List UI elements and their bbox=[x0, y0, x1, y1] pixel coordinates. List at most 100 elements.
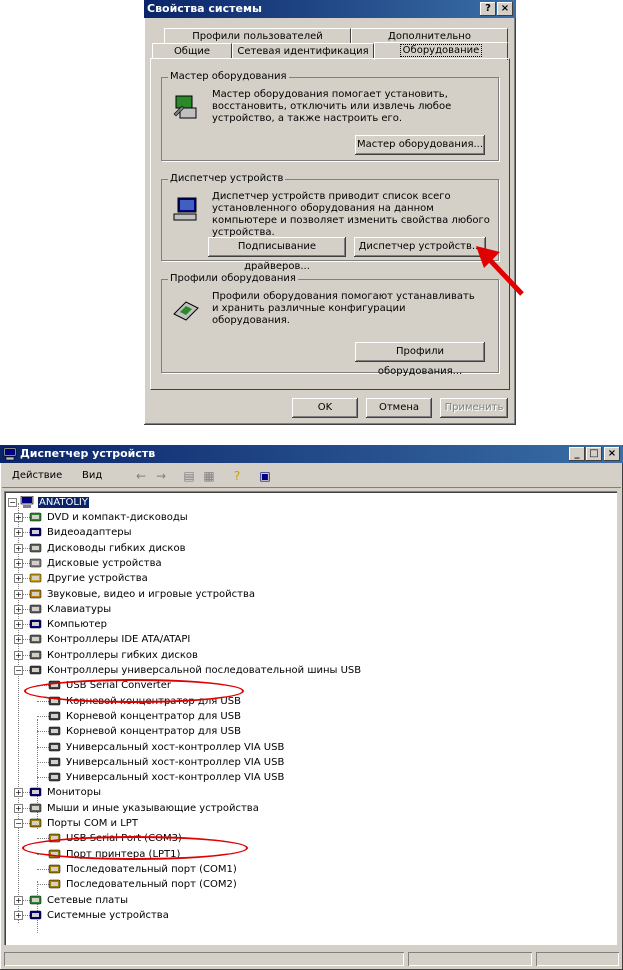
expand-icon[interactable]: + bbox=[14, 788, 23, 798]
device-category[interactable]: + Мыши и иные указывающие устройства bbox=[14, 801, 259, 816]
forward-icon[interactable]: → bbox=[152, 468, 170, 484]
device-category[interactable]: + Звуковые, видео и игровые устройства bbox=[14, 587, 256, 602]
expand-icon[interactable]: + bbox=[14, 620, 23, 630]
device-category[interactable]: + DVD и компакт-дисководы bbox=[14, 510, 188, 525]
menu-view[interactable]: Вид bbox=[82, 470, 102, 481]
usb-icon bbox=[48, 710, 62, 722]
usb-icon bbox=[48, 756, 62, 768]
device-label: Системные устройства bbox=[47, 909, 169, 921]
back-icon[interactable]: ← bbox=[132, 468, 150, 484]
maximize-button[interactable]: □ bbox=[586, 447, 602, 461]
device-category[interactable]: + Дисководы гибких дисков bbox=[14, 541, 186, 556]
device-category[interactable]: + Мониторы bbox=[14, 785, 101, 800]
usb-icon bbox=[48, 741, 62, 753]
dvd-icon bbox=[29, 511, 43, 523]
device-category[interactable]: + Контроллеры гибких дисков bbox=[14, 648, 198, 663]
display-adapter-icon bbox=[29, 526, 43, 538]
device-category[interactable]: + Дисковые устройства bbox=[14, 556, 162, 571]
window-close-button[interactable]: × bbox=[604, 447, 620, 461]
tab-general[interactable]: Общие bbox=[152, 43, 232, 59]
tab-user-profiles[interactable]: Профили пользователей bbox=[164, 28, 351, 44]
sound-icon bbox=[29, 588, 43, 600]
device-label: Контроллеры универсальной последовательн… bbox=[47, 665, 362, 676]
device-item[interactable]: Универсальный хост-контроллер VIA USB bbox=[48, 770, 284, 785]
status-bar bbox=[2, 952, 621, 968]
device-label: Универсальный хост-контроллер VIA USB bbox=[66, 741, 285, 753]
properties-icon[interactable]: ▤ bbox=[180, 468, 198, 484]
device-manager-titlebar: Диспетчер устройств _ □ × bbox=[0, 445, 623, 463]
status-panel-3 bbox=[536, 952, 619, 966]
device-category[interactable]: − Контроллеры универсальной последователь… bbox=[14, 663, 362, 678]
system-icon bbox=[29, 909, 43, 921]
expand-icon[interactable]: + bbox=[14, 650, 23, 660]
view-icon[interactable]: ▦ bbox=[200, 468, 218, 484]
hardware-profiles-button[interactable]: Профили оборудования... bbox=[355, 342, 485, 377]
device-item[interactable]: Универсальный хост-контроллер VIA USB bbox=[48, 755, 284, 770]
expand-icon[interactable]: + bbox=[14, 558, 23, 568]
computer-icon bbox=[20, 495, 34, 508]
expand-icon[interactable]: + bbox=[14, 589, 23, 599]
device-tree[interactable]: − ANATOLIY + DVD и компакт-дисководы + Виде… bbox=[4, 491, 617, 945]
port-icon bbox=[48, 878, 62, 890]
apply-button[interactable]: Применить bbox=[440, 398, 508, 418]
red-arrow-annotation bbox=[476, 246, 524, 296]
device-label: Видеоадаптеры bbox=[47, 527, 132, 539]
usb-serial-converter-highlight bbox=[24, 679, 244, 703]
device-label: Звуковые, видео и игровые устройства bbox=[47, 588, 256, 600]
expand-icon[interactable]: + bbox=[14, 543, 23, 553]
expand-icon[interactable]: + bbox=[14, 528, 23, 538]
device-label: Дисководы гибких дисков bbox=[47, 542, 186, 554]
expand-icon[interactable]: + bbox=[14, 513, 23, 522]
device-item[interactable]: Корневой концентратор для USB bbox=[48, 724, 241, 739]
collapse-icon[interactable]: − bbox=[14, 819, 23, 828]
cancel-button[interactable]: Отмена bbox=[366, 398, 432, 418]
close-button[interactable]: × bbox=[497, 2, 513, 16]
device-category[interactable]: + Контроллеры IDE ATA/ATAPI bbox=[14, 632, 191, 647]
usb-icon bbox=[29, 664, 43, 676]
expand-icon[interactable]: + bbox=[14, 910, 23, 920]
device-category[interactable]: + Видеоадаптеры bbox=[14, 525, 132, 540]
device-item[interactable]: Корневой концентратор для USB bbox=[48, 709, 241, 724]
device-category[interactable]: + Клавиатуры bbox=[14, 602, 111, 617]
minimize-button[interactable]: _ bbox=[569, 447, 585, 461]
ok-button[interactable]: OK bbox=[292, 398, 358, 418]
device-label: Контроллеры гибких дисков bbox=[47, 649, 198, 661]
scan-icon[interactable]: ▣ bbox=[256, 468, 274, 484]
device-label: Компьютер bbox=[47, 619, 107, 631]
device-label: Контроллеры IDE ATA/ATAPI bbox=[47, 634, 191, 646]
hardware-wizard-button[interactable]: Мастер оборудования... bbox=[355, 135, 485, 155]
hardware-tab-panel: Мастер оборудования Мастер оборудования … bbox=[150, 58, 510, 390]
collapse-icon[interactable]: − bbox=[8, 498, 17, 507]
expand-icon[interactable]: + bbox=[14, 635, 23, 645]
device-label: Универсальный хост-контроллер VIA USB bbox=[66, 756, 285, 768]
floppy-controller-icon bbox=[29, 649, 43, 661]
network-icon bbox=[29, 894, 43, 906]
help-icon[interactable]: ? bbox=[228, 468, 246, 484]
hardware-wizard-description: Мастер оборудования помогает установить,… bbox=[212, 89, 452, 124]
device-manager-button[interactable]: Диспетчер устройств... bbox=[354, 237, 486, 257]
status-panel-2 bbox=[408, 952, 532, 966]
driver-signing-button[interactable]: Подписывание драйверов... bbox=[208, 237, 346, 272]
port-icon bbox=[29, 817, 43, 829]
expand-icon[interactable]: + bbox=[14, 574, 23, 584]
device-item[interactable]: Последовательный порт (COM1) bbox=[48, 862, 237, 877]
expand-icon[interactable]: + bbox=[14, 803, 23, 813]
device-category[interactable]: + Компьютер bbox=[14, 617, 107, 632]
menu-toolbar: Действие Вид ← → ▤ ▦ ? ▣ bbox=[2, 465, 621, 488]
collapse-icon[interactable]: − bbox=[14, 666, 23, 675]
device-category[interactable]: − Порты COM и LPT bbox=[14, 816, 138, 831]
menu-action[interactable]: Действие bbox=[12, 470, 62, 481]
help-button[interactable]: ? bbox=[480, 2, 496, 16]
device-category[interactable]: + Сетевые платы bbox=[14, 893, 128, 908]
tab-hardware-label: Оборудование bbox=[399, 44, 483, 57]
expand-icon[interactable]: + bbox=[14, 895, 23, 905]
device-item[interactable]: Универсальный хост-контроллер VIA USB bbox=[48, 740, 284, 755]
device-category[interactable]: + Другие устройства bbox=[14, 571, 148, 586]
device-category[interactable]: + Системные устройства bbox=[14, 908, 169, 923]
expand-icon[interactable]: + bbox=[14, 604, 23, 614]
tab-network-id[interactable]: Сетевая идентификация bbox=[232, 43, 374, 59]
hardware-profiles-group: Профили оборудования Профили оборудовани… bbox=[161, 273, 499, 377]
ide-icon bbox=[29, 633, 43, 645]
device-item[interactable]: Последовательный порт (COM2) bbox=[48, 877, 237, 892]
tree-root[interactable]: − ANATOLIY bbox=[8, 495, 89, 510]
